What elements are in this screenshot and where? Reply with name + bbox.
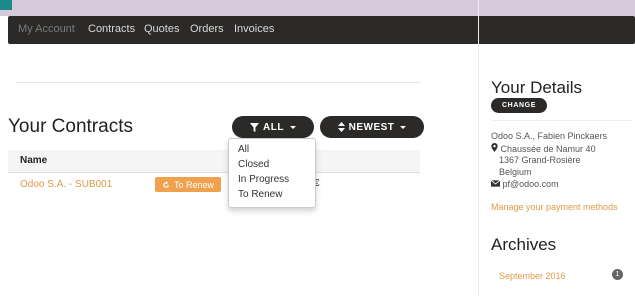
accent-bar [0,0,12,10]
filter-option-in-progress[interactable]: In Progress [238,174,289,185]
column-header-name[interactable]: Name [20,155,47,166]
nav-orders[interactable]: Orders [190,23,224,35]
table-header: Name [8,150,420,173]
status-badge: To Renew [155,177,221,192]
address-street-line: Chaussée de Namur 40 [491,143,596,154]
filter-button-label: ALL [263,121,284,133]
refresh-icon [163,180,169,188]
envelope-icon [490,179,501,187]
filter-dropdown-menu: All Closed In Progress To Renew [228,138,316,208]
filter-option-all[interactable]: All [238,144,249,155]
contract-link[interactable]: Odoo S.A. - SUB001 [20,179,112,190]
sidebar-divider [491,120,631,121]
archive-link[interactable]: September 2016 [499,271,566,281]
filter-icon [250,122,260,132]
map-marker-icon [491,143,498,152]
sort-icon [337,122,345,132]
address-email-line: pf@odoo.com [490,179,559,189]
address-city: 1367 Grand-Rosière [499,155,581,165]
status-badge-label: To Renew [173,179,215,190]
archive-count-badge: 1 [612,269,623,280]
sidebar: Your Details CHANGE Odoo S.A., Fabien Pi… [478,0,635,296]
nav-quotes[interactable]: Quotes [144,23,179,35]
details-title: Your Details [491,78,583,97]
nav-my-account[interactable]: My Account [18,23,75,35]
page-title: Your Contracts [8,116,133,137]
divider [16,82,420,83]
address-country: Belgium [499,167,532,177]
filter-button[interactable]: ALL [232,116,314,138]
table-row: Odoo S.A. - SUB001 To Renew € [8,173,420,195]
filter-option-closed[interactable]: Closed [238,159,269,170]
caret-down-icon [400,125,407,129]
sort-button-label: NEWEST [348,121,395,133]
filter-option-to-renew[interactable]: To Renew [238,189,282,200]
manage-payment-link[interactable]: Manage your payment methods [491,202,618,212]
address-name: Odoo S.A., Fabien Pinckaers [491,131,608,141]
nav-invoices[interactable]: Invoices [234,23,274,35]
change-button[interactable]: CHANGE [491,98,547,113]
caret-down-icon [289,125,296,129]
nav-contracts[interactable]: Contracts [88,23,135,35]
sort-button[interactable]: NEWEST [320,116,424,138]
address-email: pf@odoo.com [502,179,559,189]
archives-title: Archives [491,235,557,254]
address-street: Chaussée de Namur 40 [500,144,596,154]
